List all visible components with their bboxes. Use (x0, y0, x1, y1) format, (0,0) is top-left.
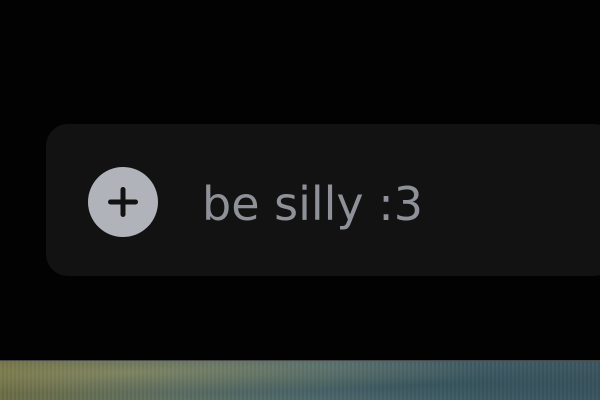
plus-icon (108, 187, 138, 217)
chat-window (0, 0, 600, 400)
composer-clip (0, 0, 600, 400)
message-input[interactable] (202, 172, 582, 236)
desktop-wallpaper (0, 361, 600, 400)
add-attachment-button[interactable] (88, 167, 158, 237)
